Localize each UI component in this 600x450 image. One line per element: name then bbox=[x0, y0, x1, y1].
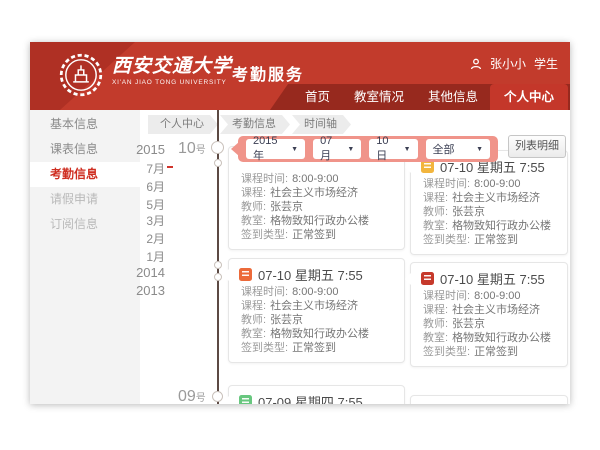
card-field-room: 教室:格物致知行政办公楼 bbox=[239, 327, 394, 341]
nav-item-classrooms[interactable]: 教室情况 bbox=[342, 84, 416, 110]
card-field-signin-type: 签到类型:正常签到 bbox=[239, 228, 394, 242]
card-field-teacher: 教师:张芸京 bbox=[239, 200, 394, 214]
university-logo-icon bbox=[58, 52, 104, 98]
card-field-teacher: 教师:张芸京 bbox=[239, 313, 394, 327]
app-title: 考勤服务 bbox=[232, 61, 304, 85]
card-field-time: 课程时间:8:00-9:00 bbox=[239, 172, 394, 186]
user-name: 张小小 bbox=[490, 55, 526, 72]
nav-item-personal-center-active[interactable]: 个人中心 bbox=[490, 84, 568, 110]
calendar-icon bbox=[239, 395, 252, 405]
attendance-card: 07-09 星期四 7:55 bbox=[228, 385, 405, 404]
card-field-room: 教室:格物致知行政办公楼 bbox=[421, 219, 557, 233]
card-field-time: 课程时间:8:00-9:00 bbox=[239, 285, 394, 299]
timeline-label-feb[interactable]: 2月 bbox=[100, 230, 165, 247]
card-date: 07-10 星期五 7:55 bbox=[258, 265, 363, 284]
timeline-node bbox=[212, 391, 223, 402]
timeline-label-may[interactable]: 5月 bbox=[100, 196, 165, 213]
attendance-card-partial bbox=[410, 395, 568, 404]
timeline-label-mar[interactable]: 3月 bbox=[100, 212, 165, 229]
chevron-down-icon: ▼ bbox=[291, 146, 298, 153]
timeline-label-jan[interactable]: 1月 bbox=[100, 248, 165, 265]
day-marker-10: 10号 bbox=[178, 140, 206, 158]
breadcrumb-attendance-info[interactable]: 考勤信息 bbox=[220, 115, 290, 134]
month-dropdown[interactable]: 07月 ▼ bbox=[313, 139, 361, 159]
card-field-signin-type: 签到类型:正常签到 bbox=[421, 233, 557, 247]
chevron-down-icon: ▼ bbox=[347, 146, 354, 153]
card-date: 07-09 星期四 7:55 bbox=[258, 392, 363, 405]
calendar-icon bbox=[421, 272, 434, 285]
timeline-label-2015[interactable]: 2015 bbox=[100, 142, 165, 157]
type-dropdown[interactable]: 全部 ▼ bbox=[426, 139, 490, 159]
card-field-course: 课程:社会主义市场经济 bbox=[239, 186, 394, 200]
chevron-down-icon: ▼ bbox=[404, 146, 411, 153]
card-field-course: 课程:社会主义市场经济 bbox=[421, 303, 557, 317]
card-field-time: 课程时间:8:00-9:00 bbox=[421, 177, 557, 191]
timeline-node bbox=[214, 273, 222, 281]
card-field-teacher: 教师:张芸京 bbox=[421, 317, 557, 331]
timeline-label-2014[interactable]: 2014 bbox=[100, 265, 165, 280]
year-dropdown-value: 2015年 bbox=[253, 135, 285, 163]
card-field-course: 课程:社会主义市场经济 bbox=[239, 299, 394, 313]
attendance-card: 07-10 星期五 7:55 课程时间:8:00-9:00 课程:社会主义市场经… bbox=[410, 150, 568, 255]
sidebar-item-basic-info[interactable]: 基本信息 bbox=[30, 112, 140, 137]
filter-bar: 2015年 ▼ 07月 ▼ 10日 ▼ 全部 ▼ bbox=[238, 136, 498, 162]
timeline-line bbox=[217, 110, 219, 404]
user-account[interactable]: 张小小 学生 bbox=[470, 55, 558, 72]
card-field-signin-type: 签到类型:正常签到 bbox=[239, 341, 394, 355]
main-nav: 首页 教室情况 其他信息 个人中心 bbox=[293, 84, 568, 110]
timeline-label-jun[interactable]: 6月 bbox=[100, 178, 165, 195]
day-dropdown-value: 10日 bbox=[376, 135, 397, 163]
user-icon bbox=[470, 58, 482, 70]
timeline-label-jul[interactable]: 7月 bbox=[100, 160, 165, 177]
timeline-node bbox=[214, 159, 222, 167]
attendance-card: 07-10 星期五 7:55 课程时间:8:00-9:00 课程:社会主义市场经… bbox=[228, 258, 405, 363]
current-month-marker bbox=[167, 166, 173, 168]
timeline-node bbox=[211, 141, 224, 154]
year-dropdown[interactable]: 2015年 ▼ bbox=[246, 139, 305, 159]
attendance-card: 07-10 星期五 7:55 课程时间:8:00-9:00 课程:社会主义市场经… bbox=[410, 262, 568, 367]
university-name-en: XI'AN JIAO TONG UNIVERSITY bbox=[112, 79, 232, 86]
card-field-signin-type: 签到类型:正常签到 bbox=[421, 345, 557, 359]
university-name: 西安交通大学 XI'AN JIAO TONG UNIVERSITY bbox=[112, 55, 232, 86]
content-area: 基本信息 课表信息 考勤信息 请假申请 订阅信息 个人中心 考勤信息 时间轴 2… bbox=[30, 110, 570, 404]
month-dropdown-value: 07月 bbox=[320, 135, 341, 163]
card-field-teacher: 教师:张芸京 bbox=[421, 205, 557, 219]
app-header: 西安交通大学 XI'AN JIAO TONG UNIVERSITY 考勤服务 张… bbox=[30, 42, 570, 110]
timeline-node bbox=[214, 261, 222, 269]
card-field-time: 课程时间:8:00-9:00 bbox=[421, 289, 557, 303]
nav-item-other-info[interactable]: 其他信息 bbox=[416, 84, 490, 110]
breadcrumb-timeline[interactable]: 时间轴 bbox=[292, 115, 351, 134]
user-role: 学生 bbox=[534, 55, 558, 72]
card-field-room: 教室:格物致知行政办公楼 bbox=[239, 214, 394, 228]
app-window: 西安交通大学 XI'AN JIAO TONG UNIVERSITY 考勤服务 张… bbox=[30, 42, 570, 404]
nav-item-home[interactable]: 首页 bbox=[293, 84, 342, 110]
day-dropdown[interactable]: 10日 ▼ bbox=[369, 139, 417, 159]
card-date: 07-10 星期五 7:55 bbox=[440, 269, 545, 288]
timeline-label-2013[interactable]: 2013 bbox=[100, 283, 165, 298]
list-detail-button[interactable]: 列表明细 bbox=[508, 135, 566, 158]
breadcrumb-personal-center[interactable]: 个人中心 bbox=[148, 115, 218, 134]
card-field-course: 课程:社会主义市场经济 bbox=[421, 191, 557, 205]
type-dropdown-value: 全部 bbox=[433, 141, 455, 157]
day-marker-09: 09号 bbox=[178, 388, 206, 404]
card-field-room: 教室:格物致知行政办公楼 bbox=[421, 331, 557, 345]
chevron-down-icon: ▼ bbox=[476, 146, 483, 153]
breadcrumb: 个人中心 考勤信息 时间轴 bbox=[148, 115, 353, 134]
university-name-cn: 西安交通大学 bbox=[112, 55, 232, 77]
calendar-icon bbox=[239, 268, 252, 281]
